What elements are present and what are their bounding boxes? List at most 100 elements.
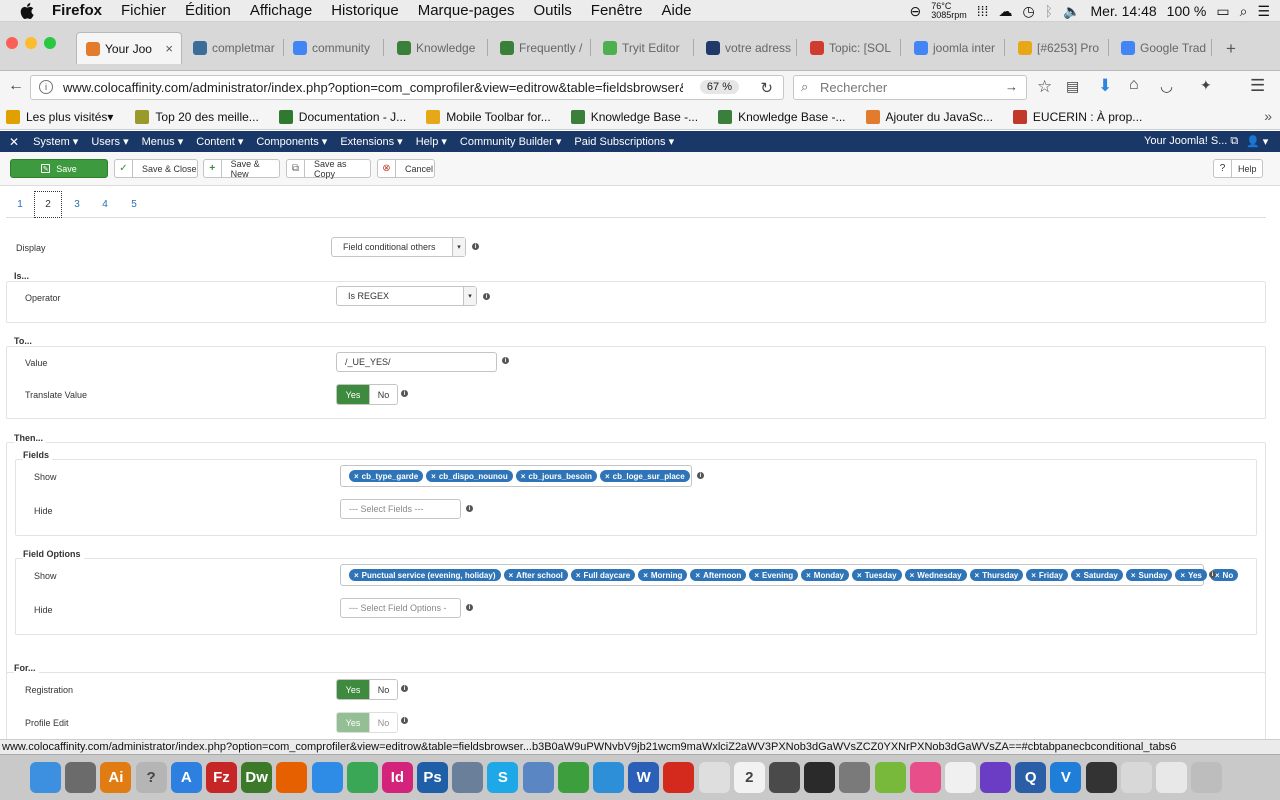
jmenu-components[interactable]: Components ▾ (256, 135, 327, 148)
profile-edit-toggle[interactable]: Yes No (336, 712, 398, 733)
mail-icon[interactable] (522, 762, 554, 793)
remove-chip-icon[interactable]: × (1031, 571, 1036, 580)
browser-tab[interactable]: votre adress (697, 32, 797, 63)
site-link[interactable]: Your Joomla! S... ⧉ (1144, 135, 1238, 148)
info-icon[interactable]: i (1209, 571, 1216, 578)
sublime-icon[interactable] (593, 762, 624, 793)
menu-window[interactable]: Fenêtre (591, 2, 643, 19)
no-option[interactable]: No (369, 680, 397, 699)
system-preferences-icon[interactable] (839, 762, 871, 793)
temperature-readout[interactable]: 76°C 3085rpm (931, 2, 967, 20)
operator-select[interactable]: Is REGEX ▾ (336, 286, 477, 306)
jmenu-content[interactable]: Content ▾ (196, 135, 243, 148)
menu-history[interactable]: Historique (331, 2, 399, 19)
quicktime-icon[interactable]: Q (1015, 762, 1047, 793)
user-menu-icon[interactable]: 👤 ▾ (1246, 135, 1268, 148)
selected-chip[interactable]: × Monday (801, 569, 850, 581)
no-option[interactable]: No (369, 385, 397, 404)
condition-tab-2[interactable]: 2 (34, 191, 62, 218)
selected-chip[interactable]: × cb_loge_sur_place (599, 470, 690, 482)
browser-tab[interactable]: joomla inter (905, 32, 1005, 63)
info-icon[interactable]: i (401, 717, 408, 724)
itunes-icon[interactable] (909, 762, 941, 793)
remove-chip-icon[interactable]: × (806, 571, 811, 580)
menu-bookmarks[interactable]: Marque-pages (418, 2, 515, 19)
remove-chip-icon[interactable]: × (1076, 571, 1081, 580)
word-icon[interactable]: W (628, 762, 660, 793)
new-tab-button[interactable]: + (1226, 39, 1236, 59)
remove-chip-icon[interactable]: × (431, 472, 436, 481)
photos-icon[interactable] (944, 762, 976, 793)
acrobat-icon[interactable] (663, 762, 695, 793)
bookmark-star-icon[interactable]: ☆ (1037, 77, 1052, 97)
info-icon[interactable]: i (401, 685, 408, 692)
jmenu-menus[interactable]: Menus ▾ (142, 135, 184, 148)
browser-tab[interactable]: Google Trad (1112, 32, 1212, 63)
selected-chip[interactable]: × Wednesday (904, 569, 967, 581)
minimize-window-button[interactable] (25, 37, 37, 49)
battery-icon[interactable]: ▭ (1216, 3, 1229, 20)
selected-chip[interactable]: × cb_type_garde (349, 470, 424, 482)
remove-chip-icon[interactable]: × (1131, 571, 1136, 580)
home-icon[interactable]: ⌂ (1129, 76, 1139, 94)
browser-tab[interactable]: community (284, 32, 384, 63)
menu-edit[interactable]: Édition (185, 2, 231, 19)
do-not-disturb-icon[interactable]: ⊖ (910, 3, 922, 20)
info-icon[interactable]: i (466, 604, 473, 611)
remove-chip-icon[interactable]: × (1180, 571, 1185, 580)
calendar-icon[interactable]: 2 (733, 762, 765, 793)
bookmark-item[interactable]: Ajouter du JavaSc... (865, 109, 993, 124)
bookmark-item[interactable]: Knowledge Base -... (570, 109, 698, 124)
remove-chip-icon[interactable]: × (605, 472, 610, 481)
remove-chip-icon[interactable]: × (643, 571, 648, 580)
info-icon[interactable]: i (472, 243, 479, 250)
apple-icon[interactable] (20, 2, 38, 19)
options-show-multiselect[interactable]: × Punctual service (evening, holiday) × Aft… (340, 564, 1239, 586)
reload-icon[interactable]: ↻ (760, 79, 773, 97)
back-button[interactable]: ← (8, 77, 24, 95)
selected-chip[interactable]: × Friday (1026, 569, 1068, 581)
notification-center-icon[interactable]: ☰ (1257, 3, 1270, 20)
skype-icon[interactable]: S (487, 762, 519, 793)
imovie-icon[interactable] (980, 762, 1012, 793)
bookmark-item[interactable]: Les plus visités ▾ (6, 109, 113, 124)
menu-help[interactable]: Aide (662, 2, 692, 19)
dreamweaver-icon[interactable]: Dw (241, 762, 273, 793)
bluetooth-icon[interactable]: ᛒ (1045, 3, 1053, 19)
remove-chip-icon[interactable]: × (509, 571, 514, 580)
search-box[interactable]: ⌕ Rechercher → (793, 75, 1027, 100)
files-icon[interactable] (1156, 762, 1187, 793)
documents-icon[interactable] (1120, 762, 1152, 793)
condition-tab-5[interactable]: 5 (120, 191, 148, 218)
jmenu-community-builder[interactable]: Community Builder ▾ (460, 135, 562, 148)
browser-tab[interactable]: [#6253] Pro (1009, 32, 1109, 63)
browser-tab[interactable]: Tryit Editor (594, 32, 694, 63)
browser-tab[interactable]: Your Joo × (76, 32, 182, 64)
selected-chip[interactable]: × Evening (749, 569, 799, 581)
extension-icon[interactable]: ✦ (1200, 77, 1212, 94)
remove-chip-icon[interactable]: × (857, 571, 862, 580)
trash-icon[interactable] (1191, 762, 1223, 793)
browser-tab[interactable]: Knowledge (388, 32, 488, 63)
menu-file[interactable]: Fichier (121, 2, 166, 19)
info-icon[interactable]: i (483, 293, 490, 300)
reading-list-icon[interactable]: ▤ (1066, 78, 1079, 95)
activity-monitor-icon[interactable] (804, 762, 836, 793)
browser-tab[interactable]: Frequently / (491, 32, 591, 63)
more-bookmarks-icon[interactable]: » (1264, 108, 1272, 124)
zoom-window-button[interactable] (44, 37, 56, 49)
cloud-icon[interactable]: ☁ (998, 3, 1012, 20)
display-select[interactable]: Field conditional others ▾ (331, 237, 466, 257)
cancel-button[interactable]: ⊗ Cancel (377, 159, 435, 178)
utility-icon[interactable] (768, 762, 800, 793)
close-tab-icon[interactable]: × (165, 41, 173, 56)
remove-chip-icon[interactable]: × (975, 571, 980, 580)
android-file-transfer-icon[interactable] (874, 762, 906, 793)
selected-chip[interactable]: × Yes (1175, 569, 1207, 581)
info-icon[interactable]: i (401, 390, 408, 397)
bookmark-item[interactable]: Top 20 des meille... (135, 109, 259, 124)
no-option[interactable]: No (369, 713, 397, 732)
yes-option[interactable]: Yes (337, 680, 369, 699)
condition-tab-1[interactable]: 1 (6, 191, 34, 218)
hamburger-menu-icon[interactable]: ☰ (1250, 76, 1265, 96)
